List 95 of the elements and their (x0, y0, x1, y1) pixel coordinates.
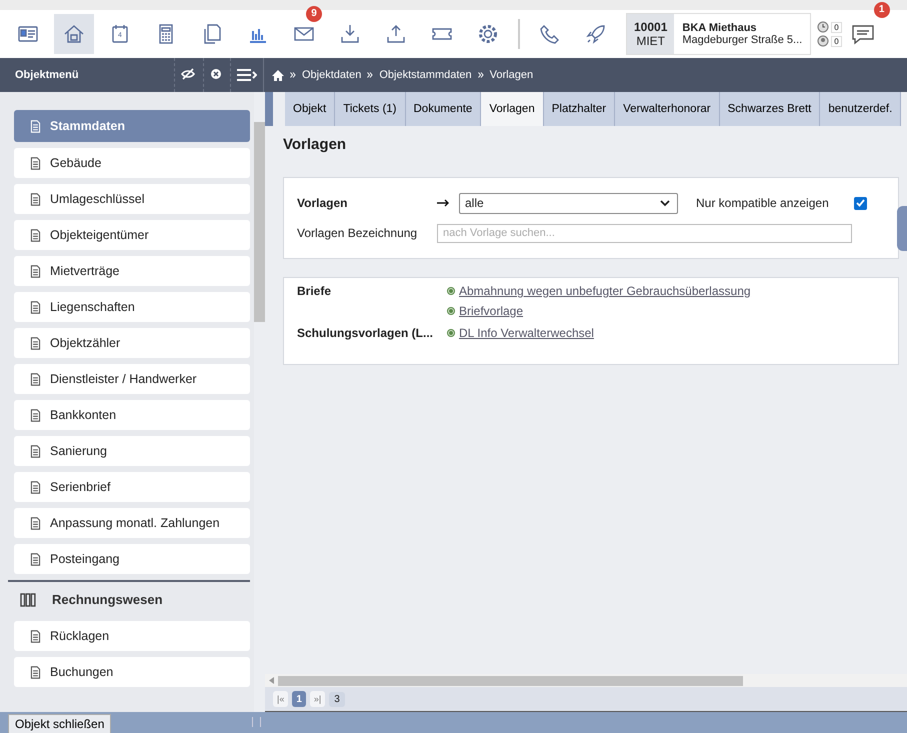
document-icon (29, 264, 42, 278)
last-page-button[interactable]: »| (310, 691, 326, 707)
close-object-button[interactable]: Objekt schließen (8, 714, 112, 733)
sidebar-item[interactable]: Objektzähler (14, 328, 250, 358)
checkbox-label: Nur kompatible anzeigen (696, 196, 830, 210)
chevron-icon (290, 72, 296, 78)
document-icon (29, 118, 42, 134)
chevron-icon (478, 72, 484, 78)
object-address: Magdeburger Straße 5... (682, 34, 802, 46)
tab[interactable]: Dokumente (406, 92, 482, 126)
category-label: Schulungsvorlagen (L... (297, 326, 434, 340)
object-type: MIET (636, 34, 666, 48)
menu-icon (237, 69, 257, 81)
document-icon (29, 516, 42, 530)
clock-icon (817, 21, 830, 33)
sidebar-item[interactable]: Rücklagen (14, 621, 250, 651)
bullet-icon (447, 329, 455, 337)
sidebar-item[interactable]: Serienbrief (14, 472, 250, 502)
document-icon (29, 228, 42, 242)
chevron-icon (367, 72, 374, 78)
eye-off-icon (181, 68, 197, 82)
horizontal-scrollbar[interactable] (265, 674, 907, 687)
resize-grip[interactable] (252, 717, 261, 727)
notification-badge: 1 (874, 2, 890, 18)
sidebar-item[interactable]: Mietverträge (14, 256, 250, 286)
sidebar-item[interactable]: Sanierung (14, 436, 250, 466)
bullet-icon (447, 287, 455, 295)
breadcrumb-link[interactable]: Objektstammdaten (379, 69, 472, 81)
breadcrumb-link[interactable]: Vorlagen (490, 69, 534, 81)
tab[interactable]: Objekt (285, 92, 336, 126)
rocket-icon (585, 23, 607, 45)
field-label: Vorlagen (297, 196, 348, 210)
sidebar-item[interactable]: Anpassung monatl. Zahlungen (14, 508, 250, 538)
download-icon (339, 23, 361, 45)
document-icon (29, 372, 42, 386)
object-number: 10001 (634, 20, 668, 34)
sidebar-item[interactable]: Liegenschaften (14, 292, 250, 322)
gear-icon (477, 23, 499, 45)
object-info[interactable]: 10001 MIET BKA Miethaus Magdeburger Straße 5... (626, 13, 812, 55)
close-icon (210, 68, 224, 82)
field-label: Vorlagen Bezeichnung (297, 226, 418, 240)
arrow-icon (437, 199, 450, 207)
sidebar-item[interactable]: Posteingang (14, 544, 250, 574)
document-icon (29, 300, 42, 314)
speech-bubble-icon (850, 23, 875, 45)
object-name: BKA Miethaus (682, 22, 758, 34)
notification-badge: 9 (306, 6, 322, 22)
sidebar-group-title[interactable]: Rechnungswesen (52, 592, 163, 607)
template-link[interactable]: Briefvorlage (459, 304, 524, 318)
upload-icon (385, 23, 407, 45)
sidebar-item[interactable]: Buchungen (14, 657, 250, 687)
first-page-button[interactable]: |« (273, 691, 288, 707)
search-field[interactable]: nach Vorlage suchen... (437, 224, 852, 242)
phone-icon (539, 23, 561, 45)
sidebar-item[interactable]: Dienstleister / Handwerker (14, 364, 250, 394)
page-button[interactable]: 1 (292, 691, 306, 707)
page-title: Vorlagen (283, 136, 348, 153)
binders-icon (20, 592, 36, 606)
menu-title: Objektmenü (15, 69, 79, 81)
document-icon (29, 156, 42, 170)
tab[interactable]: Tickets (1) (335, 92, 406, 126)
page-count: 3 (329, 692, 345, 706)
document-icon (29, 664, 42, 680)
category-label: Briefe (297, 284, 332, 300)
tab[interactable]: benutzerdef. (820, 92, 902, 126)
scrollbar[interactable] (254, 92, 265, 712)
template-select[interactable]: alle (459, 192, 678, 214)
home-icon (63, 23, 85, 45)
sidebar-item[interactable]: Bankkonten (14, 400, 250, 430)
template-link[interactable]: DL Info Verwalterwechsel (459, 326, 594, 340)
home-icon[interactable] (272, 70, 284, 80)
document-icon (29, 408, 42, 422)
counter-value: 0 (831, 36, 842, 46)
tab[interactable]: Schwarzes Brett (720, 92, 820, 126)
template-link[interactable]: Abmahnung wegen unbefugter Gebrauchsüberlassung (459, 284, 751, 298)
checkbox[interactable] (854, 196, 867, 210)
sidebar-item[interactable]: Objekteigentümer (14, 220, 250, 250)
document-icon (29, 336, 42, 350)
document-icon (29, 628, 42, 644)
document-icon (29, 552, 42, 566)
chevron-down-icon (660, 200, 670, 206)
breadcrumb-link[interactable]: Objektdaten (302, 69, 362, 81)
document-icon (29, 444, 42, 458)
toolbar-button[interactable] (54, 14, 94, 54)
sidebar-item[interactable]: Umlageschlüssel (14, 184, 250, 214)
bullet-icon (447, 307, 455, 315)
counter-value: 0 (831, 22, 842, 32)
tab[interactable]: Vorlagen (481, 92, 544, 126)
document-icon (29, 480, 42, 494)
person-icon (817, 35, 830, 47)
document-icon (29, 192, 42, 206)
sidebar-item[interactable]: Stammdaten (14, 110, 250, 142)
tab[interactable]: Platzhalter (544, 92, 616, 126)
sidebar-item[interactable]: Gebäude (14, 148, 250, 178)
tab[interactable]: Verwalterhonorar (615, 92, 720, 126)
